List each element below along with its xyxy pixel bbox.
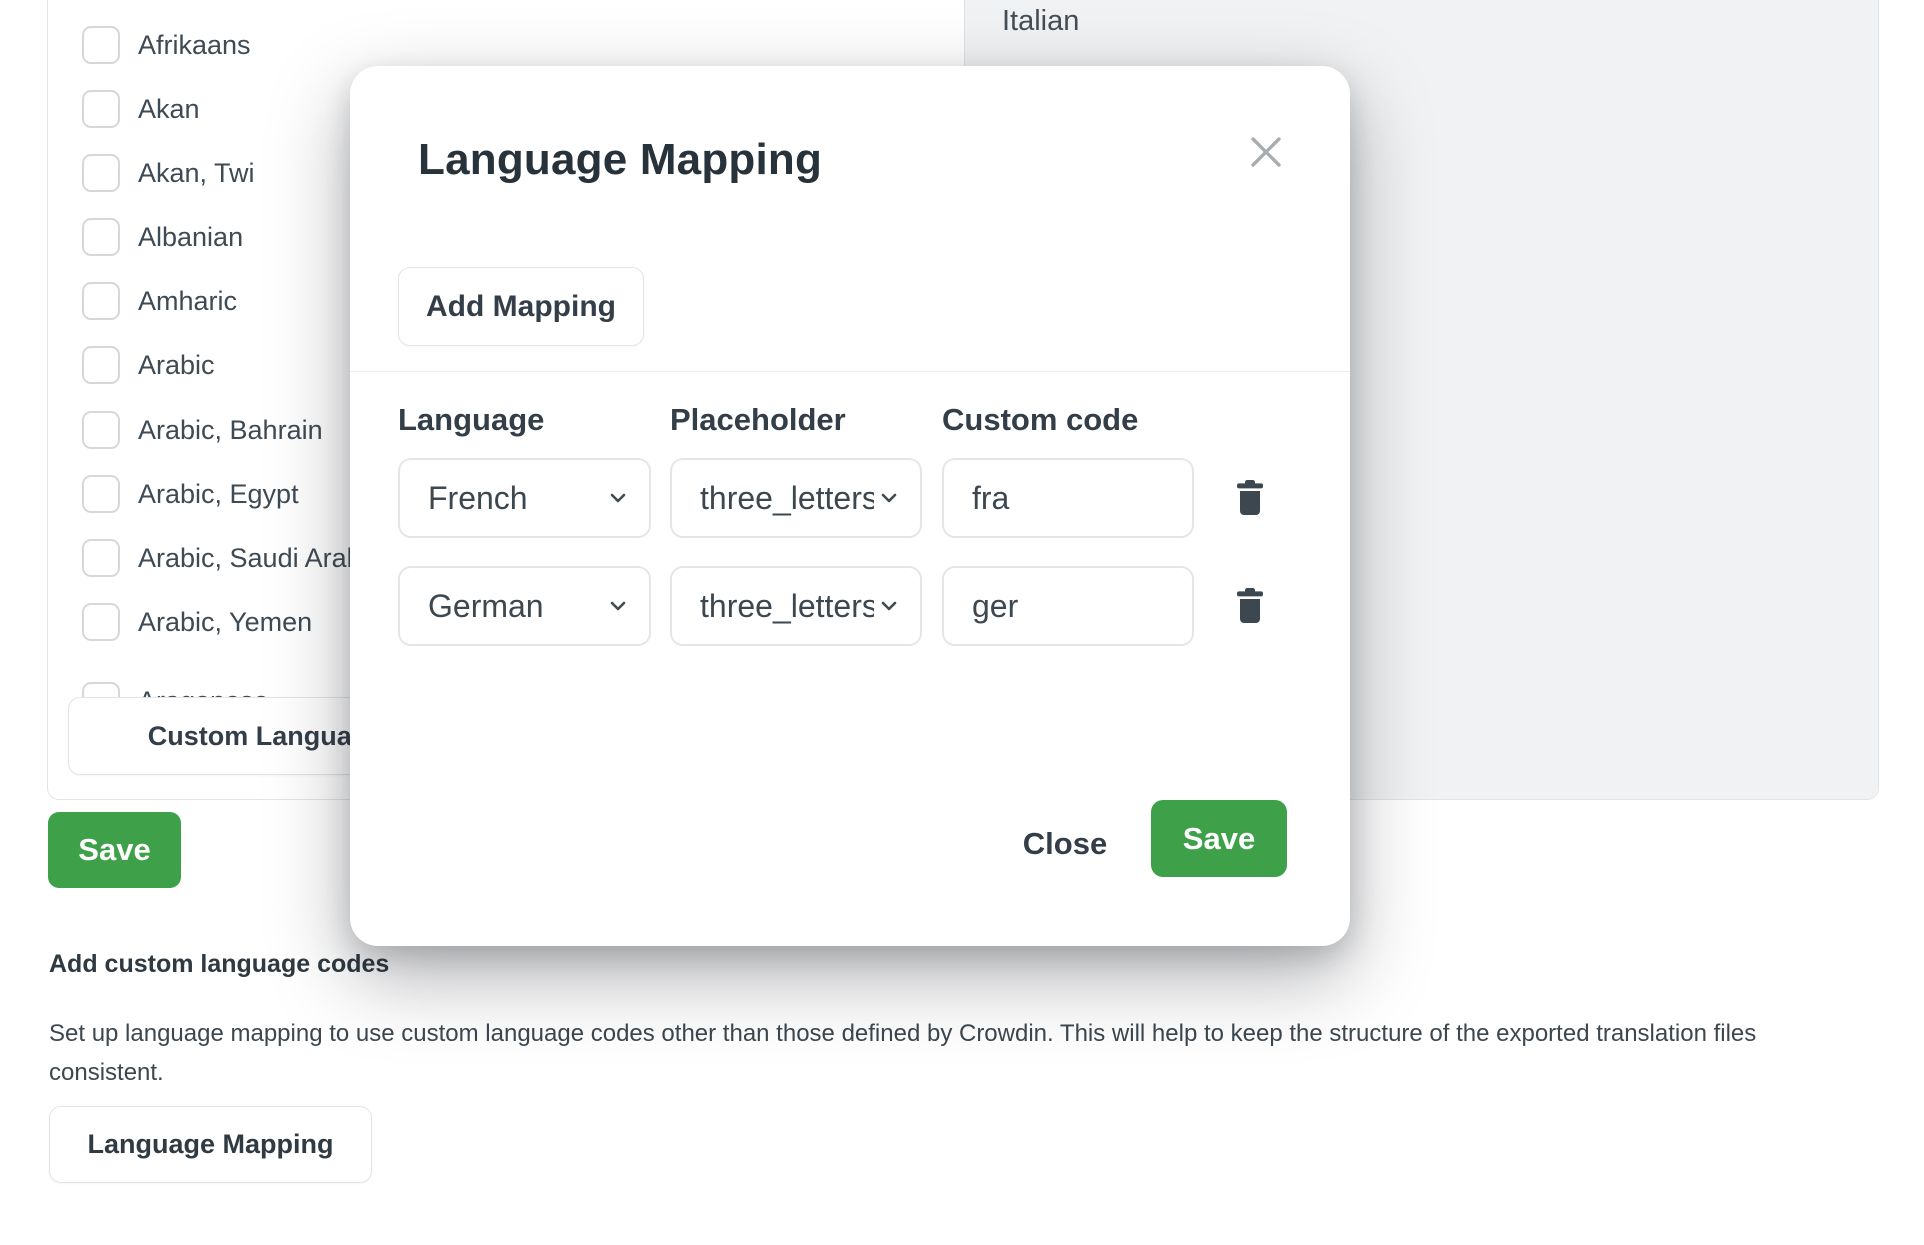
language-checkbox[interactable] xyxy=(82,26,120,64)
add-mapping-button-label: Add Mapping xyxy=(426,290,616,324)
trash-icon xyxy=(1235,588,1265,625)
column-header-placeholder: Placeholder xyxy=(670,402,846,438)
placeholder-select-value: three_letters xyxy=(700,588,874,625)
language-row: Akan, Twi xyxy=(82,153,255,193)
language-row: Afrikaans xyxy=(82,25,251,65)
language-row: Arabic, Yemen xyxy=(82,602,312,642)
language-label: Arabic, Saudi Arabia xyxy=(138,543,383,574)
mapping-row: German three_letters xyxy=(350,566,1350,646)
trash-icon xyxy=(1235,480,1265,517)
delete-mapping-button[interactable] xyxy=(1234,480,1266,518)
language-mapping-modal: Language Mapping Add Mapping Language Pl… xyxy=(350,66,1350,946)
modal-divider xyxy=(350,371,1350,372)
language-select-value: German xyxy=(428,588,544,625)
language-row: Arabic, Egypt xyxy=(82,474,299,514)
save-button-label: Save xyxy=(78,832,150,868)
language-select-value: French xyxy=(428,480,528,517)
language-mapping-button[interactable]: Language Mapping xyxy=(49,1106,372,1183)
placeholder-select[interactable]: three_letters xyxy=(670,566,922,646)
language-row: Arabic, Saudi Arabia xyxy=(82,538,383,578)
language-checkbox[interactable] xyxy=(82,154,120,192)
mapping-row: French three_letters xyxy=(350,458,1350,538)
language-checkbox[interactable] xyxy=(82,475,120,513)
modal-save-label: Save xyxy=(1183,821,1255,857)
language-checkbox[interactable] xyxy=(82,346,120,384)
chevron-down-icon xyxy=(607,595,629,617)
language-checkbox[interactable] xyxy=(82,282,120,320)
chevron-down-icon xyxy=(878,595,900,617)
custom-code-input[interactable] xyxy=(942,458,1194,538)
language-row: Amharic xyxy=(82,281,237,321)
language-select[interactable]: French xyxy=(398,458,651,538)
language-label: Arabic, Egypt xyxy=(138,479,299,510)
language-label: Arabic xyxy=(138,350,215,381)
placeholder-select-value: three_letters xyxy=(700,480,874,517)
language-select[interactable]: German xyxy=(398,566,651,646)
language-label: Amharic xyxy=(138,286,237,317)
language-row: Arabic, Bahrain xyxy=(82,410,323,450)
language-row: Arabic xyxy=(82,345,215,385)
language-checkbox[interactable] xyxy=(82,411,120,449)
language-row: Albanian xyxy=(82,217,243,257)
modal-title: Language Mapping xyxy=(418,128,822,192)
selected-language-label: Italian xyxy=(1002,1,1079,41)
modal-close-button[interactable] xyxy=(1244,130,1288,174)
language-label: Akan, Twi xyxy=(138,158,255,189)
language-label: Albanian xyxy=(138,222,243,253)
language-checkbox[interactable] xyxy=(82,539,120,577)
add-mapping-button[interactable]: Add Mapping xyxy=(398,267,644,346)
language-checkbox[interactable] xyxy=(82,90,120,128)
language-label: Akan xyxy=(138,94,200,125)
modal-close-text-label: Close xyxy=(1023,826,1107,862)
language-row: Akan xyxy=(82,89,200,129)
column-header-language: Language xyxy=(398,402,544,438)
modal-close-text-button[interactable]: Close xyxy=(980,822,1150,866)
language-checkbox[interactable] xyxy=(82,218,120,256)
section-heading: Add custom language codes xyxy=(49,950,389,979)
custom-code-input[interactable] xyxy=(942,566,1194,646)
language-label: Arabic, Bahrain xyxy=(138,415,323,446)
chevron-down-icon xyxy=(607,487,629,509)
column-header-custom-code: Custom code xyxy=(942,402,1138,438)
chevron-down-icon xyxy=(878,487,900,509)
close-icon xyxy=(1247,133,1285,171)
language-label: Arabic, Yemen xyxy=(138,607,312,638)
modal-save-button[interactable]: Save xyxy=(1151,800,1287,877)
language-checkbox[interactable] xyxy=(82,603,120,641)
placeholder-select[interactable]: three_letters xyxy=(670,458,922,538)
language-label: Afrikaans xyxy=(138,30,251,61)
language-mapping-button-label: Language Mapping xyxy=(88,1129,334,1160)
delete-mapping-button[interactable] xyxy=(1234,588,1266,626)
save-button[interactable]: Save xyxy=(48,812,181,888)
section-description: Set up language mapping to use custom la… xyxy=(49,1014,1774,1092)
language-settings-page: Afrikaans Akan Akan, Twi Albanian Amhari… xyxy=(0,0,1924,1245)
